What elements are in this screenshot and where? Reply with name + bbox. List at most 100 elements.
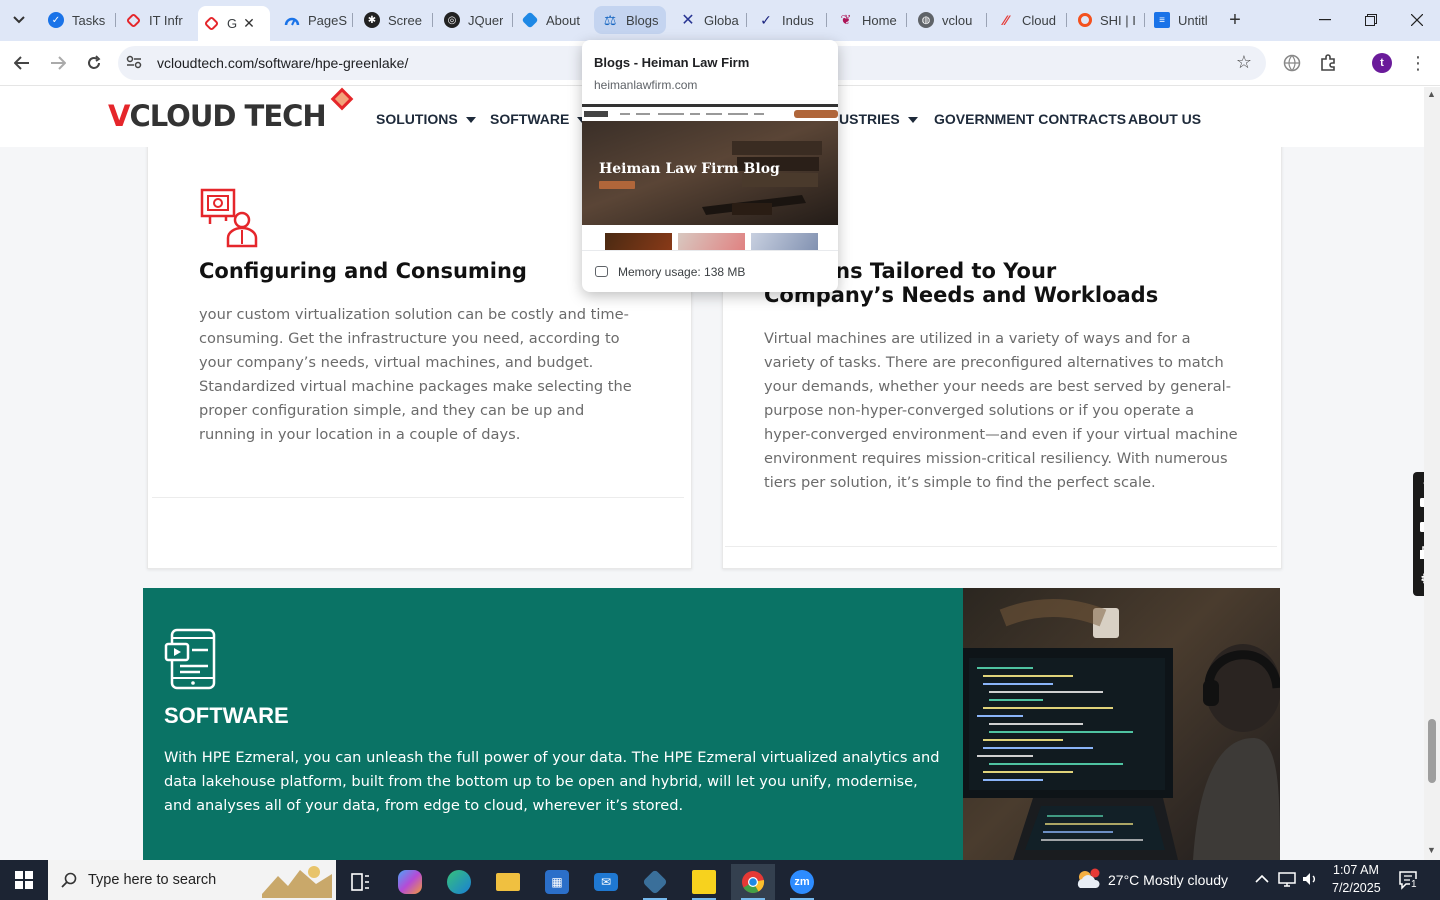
hover-card-preview: Heiman Law Firm Blog — [582, 104, 838, 250]
vcloud-favicon — [203, 15, 220, 32]
reload-button[interactable] — [80, 49, 108, 77]
scroll-thumb[interactable] — [1428, 719, 1436, 783]
tab-home[interactable]: ❦ Home — [830, 6, 904, 34]
restore-button[interactable] — [1348, 0, 1394, 40]
taskbar-copilot[interactable] — [388, 864, 432, 900]
close-window-button[interactable] — [1394, 0, 1440, 40]
sticky-notes-icon — [692, 870, 716, 894]
browser-menu-icon[interactable]: ⋮ — [1406, 51, 1430, 75]
tab-separator — [512, 13, 513, 27]
nav-about-us[interactable]: ABOUT US — [1128, 111, 1201, 127]
taskbar-mail[interactable]: ✉ — [584, 864, 628, 900]
tab-tasks[interactable]: ✓ Tasks — [40, 6, 112, 34]
global-favicon: ✕ — [681, 12, 695, 29]
url-text[interactable]: vcloudtech.com/software/hpe-greenlake/ — [157, 55, 408, 71]
tab-separator — [432, 13, 433, 27]
task-view-button[interactable] — [338, 864, 382, 900]
software-body: With HPE Ezmeral, you can unleash the fu… — [164, 749, 940, 814]
tab-separator — [1066, 13, 1067, 27]
tab-blogs[interactable]: ⚖ Blogs — [594, 6, 666, 34]
card-divider — [725, 546, 1277, 547]
volume-icon[interactable] — [1301, 871, 1319, 890]
tab-shi[interactable]: SHI | I — [1070, 6, 1142, 34]
taskbar-chrome[interactable] — [731, 864, 775, 900]
tab-current[interactable]: G ✕ — [198, 6, 270, 41]
new-tab-button[interactable]: + — [1224, 8, 1246, 32]
globe-favicon: ◍ — [918, 12, 934, 28]
scales-favicon: ⚖ — [603, 11, 617, 28]
chevron-up-icon[interactable] — [1255, 871, 1269, 887]
vcloud-logo[interactable]: VCLOUD TECH — [108, 99, 327, 133]
jquery-favicon: ◎ — [444, 12, 460, 28]
back-button[interactable] — [8, 49, 36, 77]
profile-avatar[interactable]: t — [1372, 53, 1392, 73]
tab-industry[interactable]: ✓ Indus — [750, 6, 824, 34]
tasks-favicon: ✓ — [48, 12, 64, 28]
tab-separator — [906, 13, 907, 27]
page-scrollbar[interactable]: ▲ ▼ — [1424, 87, 1440, 860]
nav-solutions[interactable]: SOLUTIONS — [376, 111, 476, 127]
taskbar-app-diamond[interactable] — [633, 864, 677, 900]
taskbar-sticky-notes[interactable] — [682, 864, 726, 900]
preview-hero-button — [599, 181, 635, 189]
preview-thumbnails — [582, 229, 838, 250]
bookmark-star-icon[interactable]: ☆ — [1236, 52, 1252, 73]
software-section: SOFTWARE With HPE Ezmeral, you can unlea… — [143, 588, 963, 860]
tab-separator — [352, 13, 353, 27]
scroll-up-arrow-icon[interactable]: ▲ — [1427, 89, 1436, 99]
folder-icon — [496, 873, 520, 891]
tab-jquery[interactable]: ◎ JQuer — [436, 6, 510, 34]
zoom-icon: zm — [790, 870, 814, 894]
tab-close-icon[interactable]: ✕ — [243, 15, 255, 32]
scroll-down-arrow-icon[interactable]: ▼ — [1427, 845, 1436, 855]
windows-logo-icon — [15, 871, 33, 889]
memory-icon — [595, 266, 608, 277]
clock-date[interactable]: 7/2/2025 — [1332, 881, 1381, 895]
weather-cloud-icon[interactable] — [1074, 868, 1102, 893]
task-view-icon — [351, 873, 369, 891]
taskbar-store[interactable]: ▦ — [535, 864, 579, 900]
docs-favicon: ≡ — [1154, 12, 1170, 28]
copilot-icon — [398, 870, 422, 894]
network-icon[interactable] — [1278, 871, 1296, 890]
tab-screen[interactable]: ✱ Scree — [356, 6, 430, 34]
card-body: Virtual machines are utilized in a varie… — [764, 330, 1238, 491]
tab-cloud[interactable]: ⁄⁄ Cloud — [990, 6, 1064, 34]
card-body: your custom virtualization solution can … — [199, 306, 632, 443]
hover-card-title: Blogs - Heiman Law Firm — [594, 55, 750, 70]
tab-it-infra[interactable]: IT Infr — [120, 6, 194, 34]
clock-time[interactable]: 1:07 AM — [1333, 863, 1379, 877]
translate-icon[interactable] — [1280, 51, 1304, 75]
tab-global[interactable]: ✕ Globa — [672, 6, 744, 34]
nav-government-contracts[interactable]: GOVERNMENT CONTRACTS — [934, 111, 1126, 127]
nav-software[interactable]: SOFTWARE — [490, 111, 588, 127]
tab-search-button[interactable] — [6, 8, 32, 32]
start-button[interactable] — [0, 860, 48, 900]
minimize-button[interactable] — [1302, 0, 1348, 40]
software-heading: SOFTWARE — [164, 703, 289, 728]
windows-taskbar: Type here to search ▦ ✉ zm 27°C Mostly c… — [0, 860, 1440, 900]
tab-separator — [826, 13, 827, 27]
search-highlight-illustration — [262, 866, 332, 898]
nav-industries[interactable]: USTRIES — [839, 111, 918, 127]
weather-text[interactable]: 27°C Mostly cloudy — [1108, 872, 1228, 888]
tab-pagespeed[interactable]: PageS — [276, 6, 348, 34]
taskbar-edge[interactable] — [437, 864, 481, 900]
pagespeed-favicon — [284, 12, 300, 28]
forward-button[interactable] — [44, 49, 72, 77]
industry-favicon: ✓ — [760, 11, 772, 28]
vcloud-favicon — [125, 12, 142, 28]
extensions-icon[interactable] — [1316, 51, 1340, 75]
preview-thumbnail — [751, 233, 818, 250]
preview-thumbnail — [605, 233, 672, 250]
taskbar-file-explorer[interactable] — [486, 864, 530, 900]
chevron-down-icon — [907, 117, 918, 124]
tab-untitled[interactable]: ≡ Untitl — [1146, 6, 1218, 34]
site-info-icon[interactable] — [126, 55, 144, 71]
taskbar-search-box[interactable]: Type here to search — [48, 860, 336, 900]
preview-nav — [582, 107, 838, 121]
taskbar-zoom[interactable]: zm — [780, 864, 824, 900]
logo-diamond-icon — [330, 87, 354, 111]
tab-vcloud[interactable]: ◍ vclou — [910, 6, 984, 34]
tab-about[interactable]: About — [516, 6, 590, 34]
